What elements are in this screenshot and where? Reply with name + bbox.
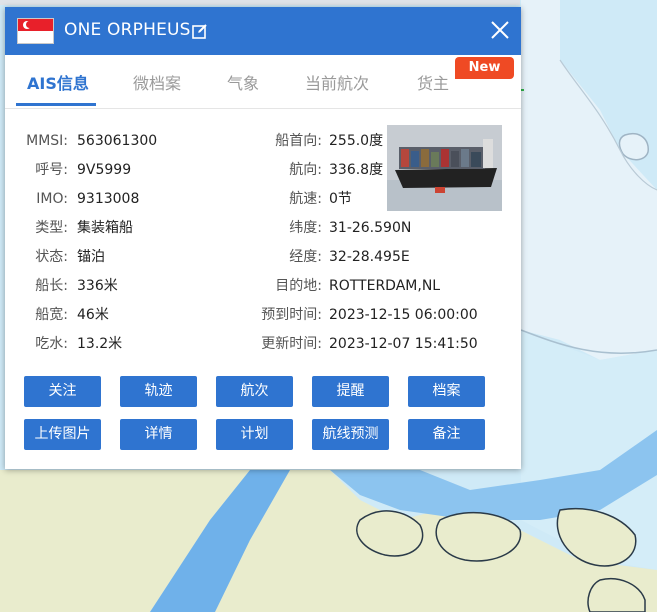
singapore-flag-icon (17, 18, 54, 44)
reminder-button[interactable]: 提醒 (312, 376, 389, 407)
tab-cargo-owner[interactable]: 货主 (417, 70, 449, 94)
tab-current-voyage[interactable]: 当前航次 (305, 70, 369, 94)
field-label: 呼号: (35, 162, 68, 178)
field-value: 2023-12-07 15:41:50 (329, 336, 478, 352)
field-label: IMO: (36, 191, 68, 207)
field-value: 336.8度 (329, 162, 384, 178)
top-strip (0, 0, 520, 5)
field-value: ROTTERDAM,NL (329, 278, 441, 294)
field-label: 更新时间: (261, 336, 322, 352)
ship-photo[interactable] (387, 125, 502, 211)
tab-micro-archive[interactable]: 微档案 (133, 70, 181, 94)
field-label: 吃水: (35, 336, 68, 352)
field-value: 2023-12-15 06:00:00 (329, 307, 478, 323)
track-button[interactable]: 轨迹 (120, 376, 197, 407)
field-value: 563061300 (77, 133, 158, 149)
tab-ais-info[interactable]: AIS信息 (27, 70, 89, 94)
ship-name: ONE ORPHEUS (64, 20, 191, 40)
ship-info-panel: ONE ORPHEUS AIS信息 微档案 气象 当前航次 货主 New MMS… (5, 7, 521, 469)
field-value: 9313008 (77, 191, 140, 207)
plan-button[interactable]: 计划 (216, 419, 293, 450)
archive-button[interactable]: 档案 (408, 376, 485, 407)
field-label: 预到时间: (261, 307, 322, 323)
field-label: 状态: (35, 249, 68, 265)
field-value: 9V5999 (77, 162, 132, 178)
field-label: MMSI: (26, 133, 68, 149)
close-icon[interactable] (489, 19, 511, 41)
field-label: 船宽: (35, 307, 68, 323)
island (435, 511, 522, 562)
active-tab-indicator (16, 103, 96, 106)
field-label: 纬度: (289, 220, 322, 236)
field-value: 31-26.590N (329, 220, 412, 236)
route-prediction-button[interactable]: 航线预测 (312, 419, 389, 450)
field-value: 13.2米 (77, 336, 123, 352)
field-label: 航速: (289, 191, 322, 207)
field-value: 锚泊 (77, 249, 105, 265)
details-button[interactable]: 详情 (120, 419, 197, 450)
field-value: 集装箱船 (77, 220, 133, 236)
map-marker-dot (521, 89, 524, 91)
field-label: 目的地: (275, 278, 322, 294)
note-button[interactable]: 备注 (408, 419, 485, 450)
panel-titlebar: ONE ORPHEUS (5, 7, 521, 55)
voyage-button[interactable]: 航次 (216, 376, 293, 407)
field-label: 经度: (289, 249, 322, 265)
follow-button[interactable]: 关注 (24, 376, 101, 407)
field-value: 46米 (77, 307, 109, 323)
field-value: 336米 (77, 278, 118, 294)
tab-bar: AIS信息 微档案 气象 当前航次 货主 (5, 55, 521, 109)
field-label: 类型: (35, 220, 68, 236)
field-label: 船首向: (275, 133, 322, 149)
edit-icon[interactable] (192, 23, 208, 39)
field-value: 0节 (329, 191, 352, 207)
field-label: 船长: (35, 278, 68, 294)
tab-weather[interactable]: 气象 (227, 70, 259, 94)
field-label: 航向: (289, 162, 322, 178)
upload-image-button[interactable]: 上传图片 (24, 419, 101, 450)
field-value: 255.0度 (329, 133, 384, 149)
new-badge: New (455, 57, 514, 79)
field-value: 32-28.495E (329, 249, 410, 265)
